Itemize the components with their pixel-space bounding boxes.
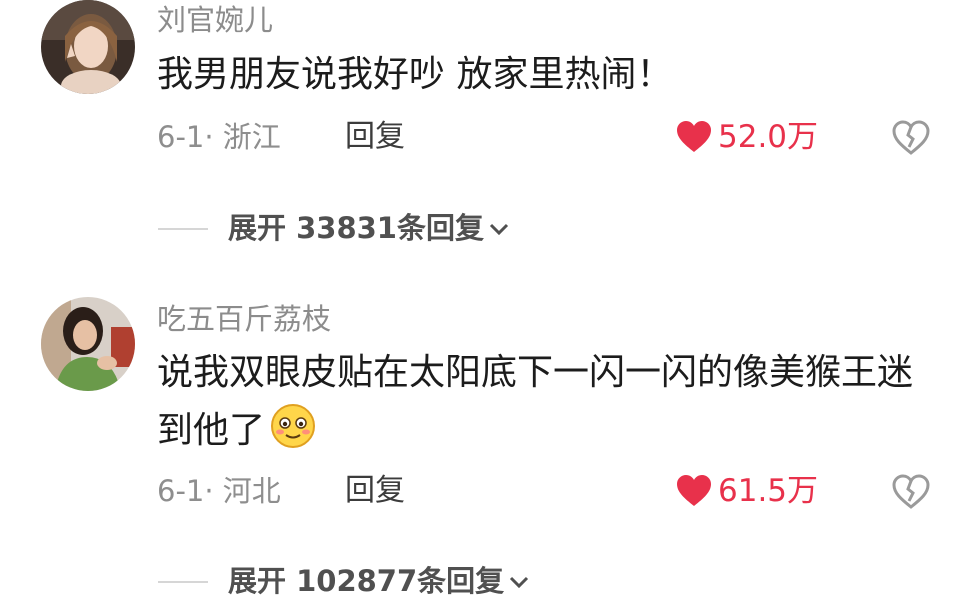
- reply-button[interactable]: 回复: [345, 476, 405, 506]
- heart-icon: [677, 121, 711, 152]
- expand-replies-button[interactable]: 展开 33831条回复: [158, 214, 510, 243]
- expand-replies-label: 展开 33831条回复: [228, 211, 484, 245]
- divider-line: [158, 227, 208, 230]
- comment-meta: 6-1· 浙江: [157, 120, 281, 154]
- expand-replies-label: 展开 102877条回复: [228, 564, 505, 598]
- comment-text: 说我双眼皮贴在太阳底下一闪一闪的像美猴王迷到他了: [157, 344, 927, 460]
- dislike-heart-icon[interactable]: [892, 474, 930, 510]
- like-count: 52.0万: [718, 118, 819, 155]
- chevron-down-icon: [489, 223, 509, 235]
- avatar[interactable]: [41, 0, 135, 94]
- smiling-blush-emoji-icon: [271, 404, 316, 448]
- reply-button[interactable]: 回复: [345, 122, 405, 152]
- like-button[interactable]: 61.5万: [676, 474, 818, 508]
- comment-text: 我男朋友说我好吵 放家里热闹！: [157, 54, 673, 95]
- avatar[interactable]: [41, 297, 135, 391]
- comment-meta: 6-1· 河北: [157, 474, 281, 508]
- like-count: 61.5万: [718, 472, 819, 509]
- divider-line: [158, 580, 208, 583]
- expand-replies-button[interactable]: 展开 102877条回复: [158, 567, 530, 596]
- username[interactable]: 吃五百斤荔枝: [157, 305, 331, 334]
- chevron-down-icon: [510, 576, 529, 588]
- dislike-heart-icon[interactable]: [892, 120, 930, 156]
- heart-icon: [677, 475, 711, 506]
- username[interactable]: 刘官婉儿: [157, 6, 273, 35]
- like-button[interactable]: 52.0万: [676, 120, 818, 154]
